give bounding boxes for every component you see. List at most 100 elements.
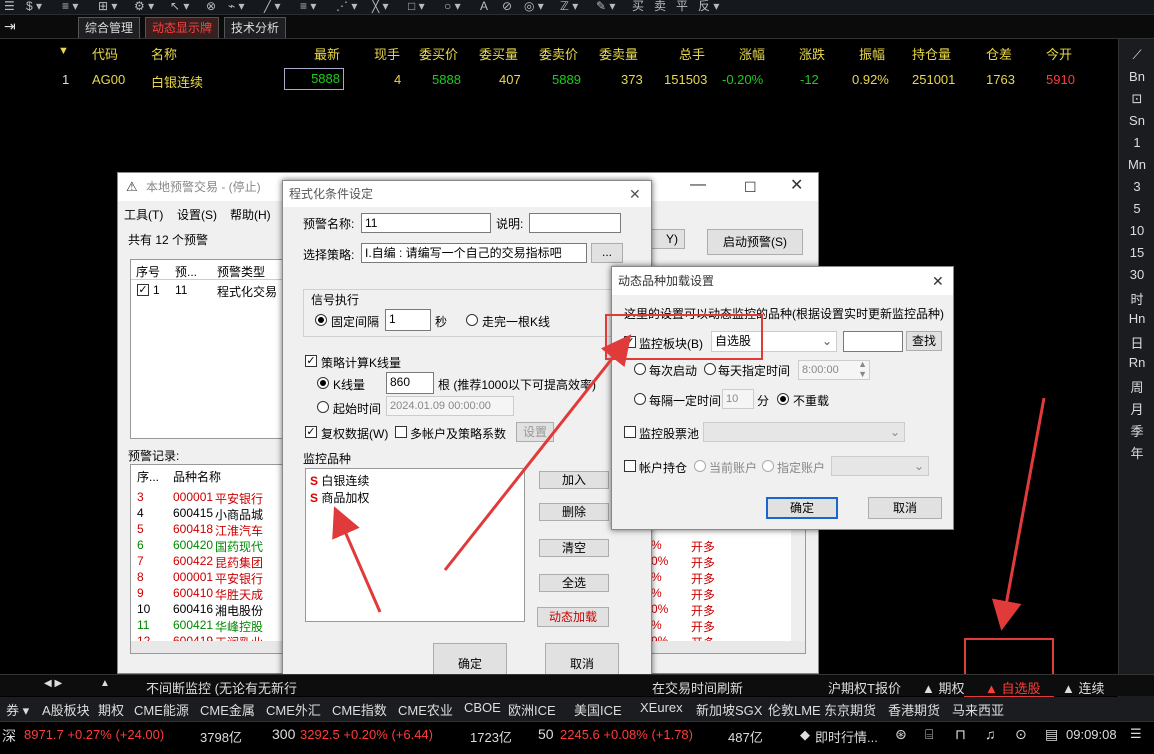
market-tab[interactable]: 期权: [98, 700, 124, 719]
strategy-browse-button[interactable]: ...: [591, 243, 623, 263]
link-icon[interactable]: ⊛: [895, 726, 907, 743]
noreload-radio[interactable]: [777, 393, 789, 405]
menu-icon[interactable]: ☰: [1130, 726, 1142, 742]
toolbar-item[interactable]: 平: [676, 0, 688, 14]
find-button[interactable]: 查找: [906, 331, 942, 351]
period-button[interactable]: Hn: [1119, 311, 1154, 326]
fixed-interval-radio[interactable]: [315, 314, 327, 326]
list-item[interactable]: S 白银连续: [310, 472, 369, 489]
close-icon[interactable]: ✕: [790, 172, 803, 200]
cancel-button[interactable]: 取消: [868, 497, 942, 519]
market-tab[interactable]: CME农业: [398, 700, 453, 719]
toolbar-item[interactable]: ⌁ ▾: [228, 0, 245, 14]
toolbar-item[interactable]: □ ▾: [408, 0, 425, 14]
up-icon[interactable]: ▲: [100, 678, 110, 689]
db-icon[interactable]: ⌸: [925, 726, 933, 743]
market-tab[interactable]: 伦敦LME: [768, 700, 821, 719]
sort-down-icon[interactable]: ▼: [58, 45, 69, 57]
toolbar-item[interactable]: 反 ▾: [698, 0, 719, 14]
add-button[interactable]: 加入: [539, 471, 609, 489]
every-radio[interactable]: [634, 393, 646, 405]
delete-button[interactable]: 删除: [539, 503, 609, 521]
menu-help[interactable]: 帮助(H): [230, 206, 271, 223]
clear-button[interactable]: 清空: [539, 539, 609, 557]
msg-icon[interactable]: ⊙: [1015, 726, 1027, 743]
toolbar-item[interactable]: ⊘: [502, 0, 512, 14]
period-button[interactable]: ⟋: [1119, 47, 1154, 63]
col-pre[interactable]: 预...: [175, 263, 197, 280]
per-bar-radio[interactable]: [466, 314, 478, 326]
col-last[interactable]: 最新: [314, 44, 340, 63]
account-select[interactable]: ⌄: [831, 456, 929, 476]
toolbar-item[interactable]: ☰: [4, 0, 15, 14]
kline-radio[interactable]: [317, 377, 329, 389]
toolbar-item[interactable]: A: [480, 0, 488, 14]
col-chgpct[interactable]: 涨幅: [739, 44, 765, 63]
col-vol[interactable]: 现手: [374, 44, 400, 63]
period-button[interactable]: 周: [1119, 377, 1154, 396]
period-button[interactable]: 3: [1119, 179, 1154, 194]
toolbar-item[interactable]: ○ ▾: [444, 0, 461, 14]
market-tab[interactable]: 马来西亚: [952, 700, 1004, 719]
news-ticker[interactable]: 即时行情...: [815, 727, 878, 746]
adj-checkbox[interactable]: ✓: [305, 426, 317, 438]
market-tab[interactable]: 券 ▾: [6, 700, 29, 719]
tab-technical[interactable]: 技术分析: [224, 17, 287, 38]
market-tab[interactable]: 香港期货: [888, 700, 940, 719]
alert-checkbox[interactable]: ✓: [137, 284, 149, 296]
col-open[interactable]: 今开: [1046, 44, 1072, 63]
desc-input[interactable]: [529, 213, 621, 233]
col-oi[interactable]: 持仓量: [912, 44, 951, 63]
toolbar-item[interactable]: ◎ ▾: [524, 0, 544, 14]
toolbar-item[interactable]: ⊞ ▾: [98, 0, 117, 14]
every-input[interactable]: 10: [722, 389, 754, 409]
period-button[interactable]: 15: [1119, 245, 1154, 260]
period-button[interactable]: 年: [1119, 443, 1154, 462]
menu-tools[interactable]: 工具(T): [124, 206, 163, 223]
kline-input[interactable]: 860: [386, 372, 434, 394]
period-button[interactable]: ⊡: [1119, 91, 1154, 107]
period-button[interactable]: 5: [1119, 201, 1154, 216]
toolbar-item[interactable]: ℤ ▾: [560, 0, 578, 14]
market-tab[interactable]: 新加坡SGX: [696, 700, 762, 719]
col-chg[interactable]: 涨跌: [799, 44, 825, 63]
cur-acct-radio[interactable]: [694, 460, 706, 472]
market-tab[interactable]: 美国ICE: [574, 700, 622, 719]
period-button[interactable]: 月: [1119, 399, 1154, 418]
period-button[interactable]: 日: [1119, 333, 1154, 352]
daily-time-radio[interactable]: [704, 363, 716, 375]
toolbar-item[interactable]: ╱ ▾: [264, 0, 281, 14]
period-button[interactable]: Rn: [1119, 355, 1154, 370]
tab-option-t[interactable]: 沪期权T报价: [828, 678, 901, 697]
market-tab[interactable]: CME指数: [332, 700, 387, 719]
set-button[interactable]: 设置: [516, 422, 554, 442]
col-askq[interactable]: 委卖量: [599, 44, 638, 63]
start-alert-button[interactable]: 启动预警(S): [707, 229, 803, 255]
period-button[interactable]: 季: [1119, 421, 1154, 440]
calc-icon[interactable]: ▤: [1045, 726, 1058, 743]
alert-name-input[interactable]: 11: [361, 213, 491, 233]
lock-icon[interactable]: ⊓: [955, 726, 966, 743]
time-input[interactable]: 8:00:00 ▲ ▼: [798, 360, 870, 380]
spec-acct-radio[interactable]: [762, 460, 774, 472]
toolbar-item[interactable]: ↖ ▾: [170, 0, 189, 14]
start-time-radio[interactable]: [317, 401, 329, 413]
close-icon[interactable]: ✕: [932, 267, 944, 295]
menu-settings[interactable]: 设置(S): [177, 206, 217, 223]
multi-checkbox[interactable]: [395, 426, 407, 438]
close-icon[interactable]: ✕: [629, 181, 641, 207]
each-start-radio[interactable]: [634, 363, 646, 375]
tab-continuous[interactable]: ▲ 连续: [1062, 678, 1104, 697]
period-button[interactable]: 1: [1119, 135, 1154, 150]
select-all-button[interactable]: 全选: [539, 574, 609, 592]
strategy-input[interactable]: I.自编 : 请编写一个自己的交易指标吧: [361, 243, 587, 263]
col-name[interactable]: 名称: [151, 44, 177, 63]
toolbar-item[interactable]: ╳ ▾: [372, 0, 389, 14]
col-bid[interactable]: 委买价: [419, 44, 458, 63]
stock-pool-select[interactable]: ⌄: [703, 422, 905, 442]
toolbar-item[interactable]: 卖: [654, 0, 666, 14]
market-tab[interactable]: CBOE: [464, 700, 501, 715]
toolbar-item[interactable]: ⚙ ▾: [134, 0, 154, 14]
market-tab[interactable]: CME外汇: [266, 700, 321, 719]
col-oid[interactable]: 仓差: [986, 44, 1012, 63]
